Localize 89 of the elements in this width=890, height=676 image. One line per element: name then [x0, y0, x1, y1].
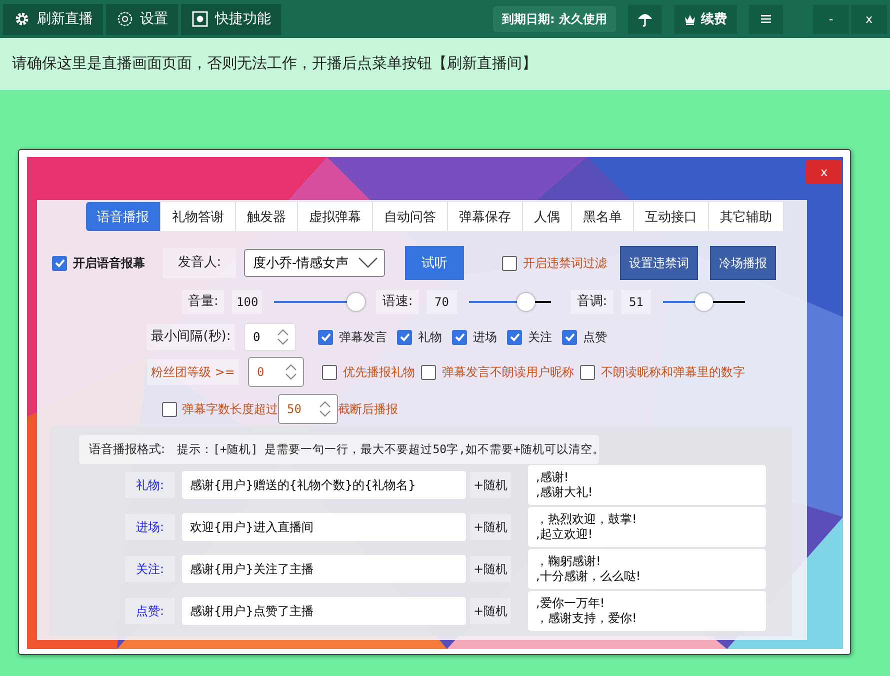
tab[interactable]: 自动问答 [373, 202, 448, 231]
crown-icon [684, 13, 696, 25]
checkbox-label: 礼物 [418, 328, 442, 346]
slider-thumb[interactable] [517, 293, 536, 311]
checkbox[interactable] [452, 330, 467, 344]
umbrella-button[interactable] [628, 4, 662, 34]
template-field[interactable]: 感谢{用户}点赞了主播 [182, 597, 466, 625]
toolbar-button[interactable]: 设置 [106, 4, 178, 34]
number-field[interactable]: 0 [248, 357, 304, 387]
checkbox[interactable] [162, 402, 177, 416]
tab[interactable]: 其它辅助 [709, 202, 784, 231]
slider-thumb[interactable] [347, 293, 366, 311]
close-button[interactable]: x [806, 160, 842, 184]
menu-icon [761, 14, 771, 24]
tab[interactable]: 虚拟弹幕 [298, 202, 373, 231]
toolbar-button[interactable]: 快捷功能 [181, 4, 281, 34]
field-label: 发音人: [163, 248, 236, 278]
tab[interactable]: 人偶 [523, 202, 572, 231]
template-field[interactable]: 感谢{用户}赠送的{礼物个数}的{礼物名} [182, 471, 466, 499]
slider-label: 音量: [182, 290, 224, 314]
checkbox[interactable] [397, 330, 412, 344]
voice-dropdown[interactable]: 度小乔-情感女声 [244, 249, 385, 277]
checkbox[interactable] [322, 364, 337, 380]
checkbox[interactable] [562, 330, 577, 344]
slider-value: 51 [621, 290, 652, 314]
slider-value: 100 [232, 290, 262, 314]
test-button[interactable]: 试听 [405, 246, 464, 280]
spinner-arrows-icon [284, 363, 297, 381]
close-button[interactable]: x [851, 4, 887, 34]
action-button[interactable]: 设置违禁词 [620, 246, 698, 280]
checkbox-label: 进场 [473, 328, 497, 346]
checkbox-label: 关注 [528, 328, 552, 346]
toolbar-button[interactable]: 刷新直播 [3, 4, 103, 34]
minimize-button[interactable]: - [813, 4, 849, 34]
tab[interactable]: 礼物答谢 [161, 202, 236, 231]
event-label: 关注: [125, 556, 175, 582]
checkbox-label: 弹幕发言不朗读用户昵称 [442, 364, 574, 380]
field-label: 粉丝团等级 >= [147, 359, 239, 385]
slider-label: 音调: [570, 290, 614, 314]
event-label: 进场: [125, 514, 175, 540]
notice-text: 请确保这里是直播画面页面，否则无法工作，开播后点菜单按钮【刷新直播间】 [0, 38, 890, 90]
tab[interactable]: 互动接口 [634, 202, 709, 231]
random-text-field[interactable]: ,感谢! ,感谢大礼! [528, 465, 766, 505]
checkbox[interactable] [318, 330, 333, 344]
random-text-field[interactable]: ,爱你一万年! ，感谢支持，爱你! [528, 591, 766, 631]
format-label: 语音播报格式: [89, 441, 166, 458]
renew-button[interactable]: 续费 [674, 4, 737, 34]
spinner-arrows-icon [277, 328, 289, 346]
random-label: +随机 [470, 514, 511, 540]
template-field[interactable]: 欢迎{用户}进入直播间 [182, 513, 466, 541]
random-label: +随机 [470, 556, 511, 582]
slider-label: 语速: [376, 290, 419, 314]
checkbox-label: 开启语音报幕 [73, 254, 145, 272]
event-label: 礼物: [125, 472, 175, 498]
random-text-field[interactable]: ，鞠躬感谢! ,十分感谢，么么哒! [528, 549, 766, 589]
tab[interactable]: 语音播报 [86, 202, 161, 231]
checkbox-label: 点赞 [583, 328, 607, 346]
template-field[interactable]: 感谢{用户}关注了主播 [182, 555, 466, 583]
expiry-label: 到期日期: 永久使用 [493, 6, 616, 32]
number-field[interactable]: 0 [244, 323, 296, 351]
menu-button[interactable] [749, 4, 783, 34]
number-field[interactable]: 50 [278, 394, 338, 424]
checkbox[interactable] [502, 256, 517, 270]
checkbox-label: 优先播报礼物 [342, 364, 415, 380]
action-button[interactable]: 冷场播报 [710, 246, 776, 280]
chevron-icon [358, 257, 378, 269]
settings-icon [116, 10, 134, 28]
slider-value: 70 [426, 290, 457, 314]
slider-thumb[interactable] [695, 293, 714, 311]
field-label: 截断后播报 [338, 400, 398, 418]
random-label: +随机 [470, 598, 511, 624]
event-label: 点赞: [125, 598, 175, 624]
tab[interactable]: 黑名单 [572, 202, 634, 231]
checkbox-label: 弹幕发言 [339, 328, 387, 346]
umbrella-icon [637, 11, 653, 27]
checkbox[interactable] [507, 330, 522, 344]
checkbox[interactable] [580, 364, 595, 380]
random-label: +随机 [470, 472, 511, 498]
spinner-arrows-icon [319, 400, 331, 418]
checkbox[interactable] [420, 364, 436, 380]
checkbox-label: 开启违禁词过滤 [523, 254, 607, 272]
checkbox[interactable] [52, 256, 67, 270]
hint-text: 提示：[+随机] 是需要一句一行，最大不要超过50字,如不需要+随机可以清空。 [177, 442, 604, 457]
field-label: 最小间隔(秒): [147, 324, 235, 350]
tab[interactable]: 弹幕保存 [448, 202, 523, 231]
random-text-field[interactable]: ，热烈欢迎，鼓掌! ,起立欢迎! [528, 507, 766, 547]
checkbox-label: 弹幕字数长度超过 [182, 400, 278, 418]
tab[interactable]: 触发器 [236, 202, 298, 231]
checkbox-label: 不朗读昵称和弹幕里的数字 [600, 364, 745, 380]
